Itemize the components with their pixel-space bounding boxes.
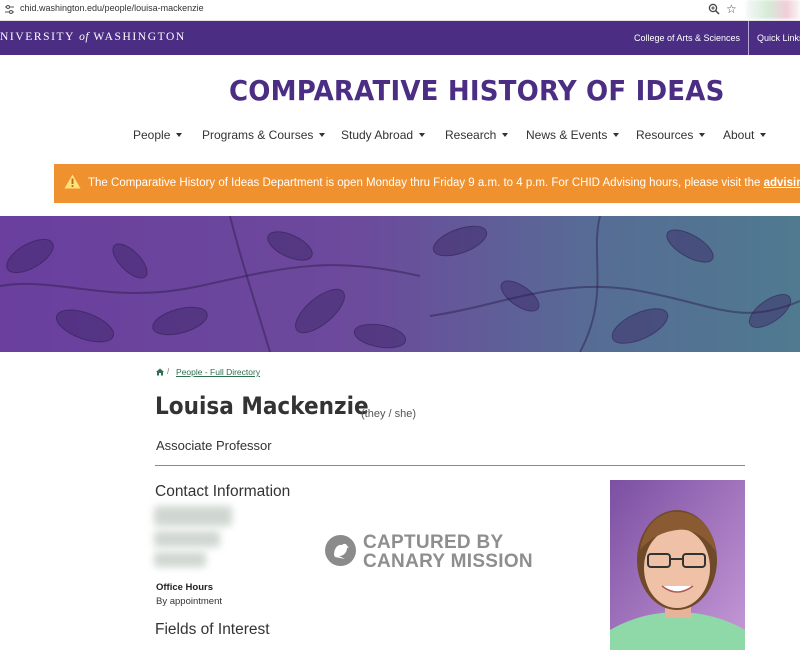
warning-icon <box>64 174 81 189</box>
hours-alert: The Comparative History of Ideas Departm… <box>54 164 800 203</box>
nav-people[interactable]: People <box>133 128 183 142</box>
wordmark-university: NIVERSITY <box>0 31 75 43</box>
uw-top-bar: NIVERSITY of WASHINGTON College of Arts … <box>0 21 800 55</box>
nav-study-abroad[interactable]: Study Abroad <box>341 128 426 142</box>
section-divider <box>155 465 745 466</box>
caret-down-icon <box>319 133 326 137</box>
fields-of-interest-heading: Fields of Interest <box>155 621 270 638</box>
person-name: Louisa Mackenzie <box>155 392 369 420</box>
quick-links-label: Quick Links <box>757 33 800 43</box>
person-title: Associate Professor <box>156 438 272 453</box>
college-arts-sciences-link[interactable]: College of Arts & Sciences <box>634 33 740 43</box>
office-hours-label: Office Hours <box>156 582 214 593</box>
redacted-contact-email <box>154 506 232 526</box>
caret-down-icon <box>419 133 426 137</box>
nav-resources[interactable]: Resources <box>636 128 706 142</box>
nav-news-events[interactable]: News & Events <box>526 128 620 142</box>
contact-heading: Contact Information <box>155 483 291 500</box>
extension-icons[interactable] <box>746 0 800 19</box>
caret-down-icon <box>699 133 706 137</box>
uw-wordmark-link[interactable]: NIVERSITY of WASHINGTON <box>0 31 186 43</box>
breadcrumb-people-directory-link[interactable]: People - Full Directory <box>176 367 260 377</box>
wordmark-of: of <box>79 31 90 43</box>
url-text[interactable]: chid.washington.edu/people/louisa-macken… <box>20 3 204 13</box>
office-hours-value: By appointment <box>156 596 223 607</box>
zoom-icon[interactable] <box>708 3 720 15</box>
caret-down-icon <box>176 133 183 137</box>
home-icon[interactable] <box>156 368 164 376</box>
canary-bird-icon <box>325 535 356 566</box>
wordmark-washington: WASHINGTON <box>93 31 186 43</box>
department-title[interactable]: COMPARATIVE HISTORY OF IDEAS <box>229 74 725 107</box>
advising-link[interactable]: advising <box>764 177 800 189</box>
header-banner-image <box>0 216 800 352</box>
breadcrumb-separator: / <box>167 367 170 376</box>
redacted-contact-phone <box>154 531 220 547</box>
caret-down-icon <box>760 133 767 137</box>
nav-programs-courses[interactable]: Programs & Courses <box>202 128 326 142</box>
quick-links-button[interactable]: Quick Links <box>748 21 800 55</box>
caret-down-icon <box>613 133 620 137</box>
bookmark-star-icon[interactable]: ☆ <box>726 2 737 16</box>
nav-about[interactable]: About <box>723 128 767 142</box>
nav-research[interactable]: Research <box>445 128 509 142</box>
site-info-icon[interactable] <box>4 4 15 15</box>
pronouns: (they / she) <box>361 408 417 420</box>
browser-url-bar[interactable]: chid.washington.edu/people/louisa-macken… <box>0 0 800 21</box>
redacted-contact-office <box>154 552 206 567</box>
profile-photo <box>610 480 745 650</box>
watermark-line-2: CANARY MISSION <box>363 551 533 572</box>
alert-text: The Comparative History of Ideas Departm… <box>88 177 800 189</box>
caret-down-icon <box>502 133 509 137</box>
